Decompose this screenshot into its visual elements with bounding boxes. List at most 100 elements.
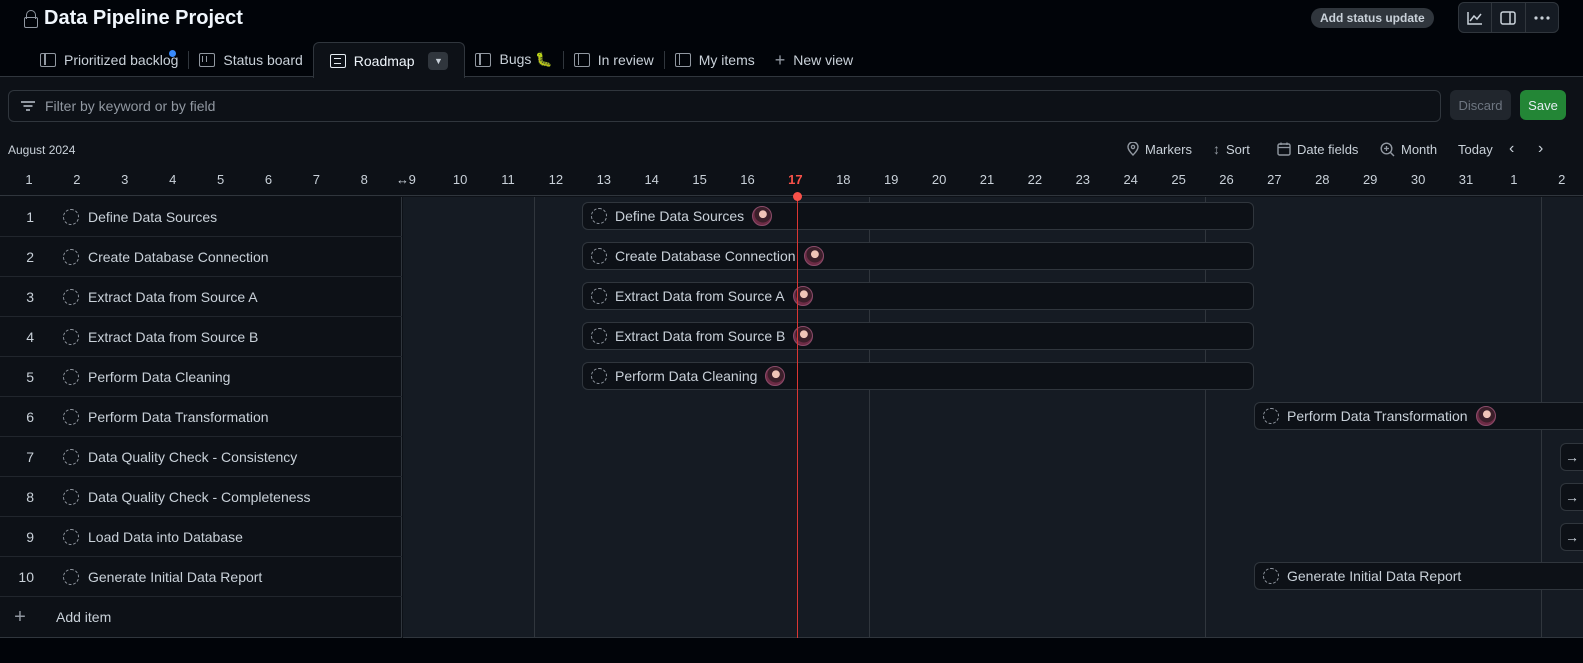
header-icon-group bbox=[1458, 2, 1559, 33]
roadmap-bar[interactable]: Extract Data from Source A bbox=[582, 282, 1254, 310]
item-row[interactable]: 4 Extract Data from Source B bbox=[0, 317, 402, 357]
item-list: 10 Generate Initial Data Report 9 Load Data… bbox=[0, 197, 402, 638]
day-label: 13 bbox=[596, 172, 612, 187]
roadmap-bar[interactable]: Create Database Connection bbox=[582, 242, 1254, 270]
footer bbox=[0, 638, 1583, 663]
side-panel-button[interactable] bbox=[1492, 3, 1526, 32]
table-icon bbox=[573, 52, 590, 67]
tab-my-items[interactable]: My items bbox=[665, 42, 765, 77]
tab-in-review[interactable]: In review bbox=[564, 42, 664, 77]
insights-button[interactable] bbox=[1459, 3, 1493, 32]
date-fields-label: Date fields bbox=[1297, 141, 1359, 157]
item-title[interactable]: Load Data into Database bbox=[88, 529, 243, 545]
tab-bugs[interactable]: Bugs 🐛 bbox=[465, 42, 562, 77]
item-row[interactable]: 9 Load Data into Database bbox=[0, 517, 402, 557]
item-title[interactable]: Extract Data from Source B bbox=[88, 329, 258, 345]
day-label: 14 bbox=[644, 172, 659, 187]
item-title[interactable]: Define Data Sources bbox=[88, 209, 217, 225]
next-button[interactable]: › bbox=[1538, 139, 1543, 159]
more-options-button[interactable] bbox=[1526, 3, 1558, 32]
markers-button[interactable]: Markers bbox=[1127, 139, 1192, 159]
item-title[interactable]: Generate Initial Data Report bbox=[88, 569, 262, 585]
timeline-day-header: 1 2 3 4 5 6 7 8 9 10 11 12 13 14 15 16 17 18 19 20 21 22 23 24 2… bbox=[0, 168, 1583, 196]
chevron-right-icon: › bbox=[1538, 140, 1544, 157]
tab-roadmap[interactable]: Roadmap ▼ bbox=[312, 42, 466, 78]
item-title[interactable]: Perform Data Cleaning bbox=[88, 369, 230, 385]
date-fields-button[interactable]: Date fields bbox=[1277, 139, 1358, 159]
sort-button[interactable]: ↕ Sort bbox=[1213, 139, 1250, 159]
today-button[interactable]: Today bbox=[1458, 139, 1493, 159]
status-circle-icon bbox=[591, 328, 607, 344]
item-title[interactable]: Data Quality Check - Completeness bbox=[88, 489, 311, 505]
tab-prioritized-backlog[interactable]: Prioritized backlog bbox=[30, 42, 188, 77]
title-row: Data Pipeline Project bbox=[24, 6, 243, 30]
scroll-to-item-button[interactable]: → bbox=[1560, 443, 1583, 471]
project-header: Data Pipeline Project Add status update … bbox=[0, 0, 1583, 78]
week-gridline bbox=[534, 197, 535, 638]
row-number: 8 bbox=[26, 488, 34, 505]
month-label: August 2024 bbox=[8, 143, 76, 157]
column-resize-handle[interactable]: ↔ bbox=[396, 172, 409, 187]
item-row[interactable]: 3 Extract Data from Source A bbox=[0, 277, 402, 317]
zoom-icon bbox=[1380, 141, 1395, 156]
roadmap-bar[interactable]: Extract Data from Source B bbox=[582, 322, 1254, 350]
tab-label: Bugs 🐛 bbox=[499, 51, 553, 67]
tab-options-dropdown[interactable]: ▼ bbox=[428, 51, 449, 70]
bar-title: Create Database Connection bbox=[615, 248, 796, 264]
item-title[interactable]: Create Database Connection bbox=[88, 249, 269, 265]
discard-button[interactable]: Discard bbox=[1450, 90, 1511, 120]
status-circle-icon bbox=[63, 368, 79, 385]
tab-status-board[interactable]: Status board bbox=[189, 42, 312, 77]
day-label: 18 bbox=[836, 172, 851, 187]
zoom-button[interactable]: Month bbox=[1380, 139, 1437, 159]
new-view-button[interactable]: + New view bbox=[765, 42, 863, 77]
day-label: 5 bbox=[216, 172, 225, 187]
item-row[interactable]: 1 Define Data Sources bbox=[0, 197, 402, 237]
day-label: 30 bbox=[1410, 172, 1426, 187]
status-circle-icon bbox=[63, 328, 79, 345]
sort-label: Sort bbox=[1226, 141, 1250, 157]
timeline-area: Define Data Sources Create Database Conne… bbox=[403, 197, 1583, 638]
tab-label: Status board bbox=[223, 51, 303, 68]
day-label: 17 bbox=[788, 172, 803, 187]
row-number: 4 bbox=[26, 328, 34, 345]
item-title[interactable]: Data Quality Check - Consistency bbox=[88, 449, 297, 465]
assignee-avatar[interactable] bbox=[765, 366, 786, 386]
previous-button[interactable]: ‹ bbox=[1509, 139, 1514, 159]
day-label: 11 bbox=[501, 172, 515, 187]
assignee-avatar[interactable] bbox=[803, 246, 824, 266]
status-circle-icon bbox=[63, 448, 79, 465]
row-number: 5 bbox=[26, 368, 34, 385]
item-title[interactable]: Extract Data from Source A bbox=[88, 289, 258, 305]
assignee-avatar[interactable] bbox=[792, 286, 813, 306]
assignee-avatar[interactable] bbox=[752, 206, 773, 226]
item-row[interactable]: 2 Create Database Connection bbox=[0, 237, 402, 277]
item-row[interactable]: 6 Perform Data Transformation bbox=[0, 397, 402, 437]
add-status-update-button[interactable]: Add status update bbox=[1311, 8, 1434, 28]
bar-title: Perform Data Cleaning bbox=[615, 368, 758, 384]
save-button[interactable]: Save bbox=[1520, 90, 1566, 120]
filter-input[interactable]: Filter by keyword or by field bbox=[8, 90, 1441, 122]
roadmap-bar[interactable]: Perform Data Transformation bbox=[1254, 402, 1583, 430]
item-title[interactable]: Perform Data Transformation bbox=[88, 409, 269, 425]
status-circle-icon bbox=[591, 208, 607, 224]
day-label: 10 bbox=[452, 172, 468, 187]
scroll-to-item-button[interactable]: → bbox=[1560, 523, 1583, 551]
item-row[interactable]: 5 Perform Data Cleaning bbox=[0, 357, 402, 397]
assignee-avatar[interactable] bbox=[1475, 406, 1496, 426]
item-row[interactable]: 10 Generate Initial Data Report bbox=[0, 557, 402, 597]
day-label: 12 bbox=[548, 172, 564, 187]
item-row[interactable]: 8 Data Quality Check - Completeness bbox=[0, 477, 402, 517]
add-item-row[interactable]: + Add item bbox=[0, 597, 402, 638]
scroll-to-item-button[interactable]: → bbox=[1560, 483, 1583, 511]
roadmap-bar[interactable]: Define Data Sources bbox=[582, 202, 1254, 230]
roadmap-bar[interactable]: Perform Data Cleaning bbox=[582, 362, 1254, 390]
day-label: 7 bbox=[312, 172, 320, 187]
day-label: 28 bbox=[1315, 172, 1330, 187]
roadmap-bar[interactable]: Generate Initial Data Report bbox=[1254, 562, 1583, 590]
day-label: 24 bbox=[1123, 172, 1138, 187]
tab-label: New view bbox=[793, 51, 854, 68]
row-number: 3 bbox=[26, 288, 34, 305]
row-number: 9 bbox=[26, 528, 34, 545]
item-row[interactable]: 7 Data Quality Check - Consistency bbox=[0, 437, 402, 477]
